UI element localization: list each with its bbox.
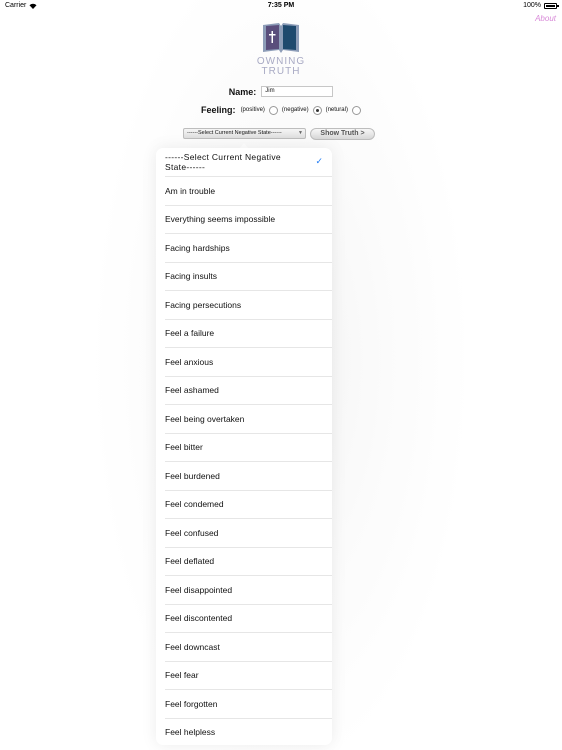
show-truth-button[interactable]: Show Truth > xyxy=(310,128,375,140)
status-time: 7:35 PM xyxy=(267,2,295,9)
status-bar: Carrier 7:35 PM 100% xyxy=(0,0,562,12)
dropdown-item-label: Feel ashamed xyxy=(165,385,219,396)
battery-icon xyxy=(544,2,559,9)
dropdown-item[interactable]: Feel bitter xyxy=(165,434,332,462)
dropdown-item[interactable]: ------Select Current Negative State-----… xyxy=(165,148,332,177)
logo-text: OWNING TRUTH xyxy=(256,56,306,77)
dropdown-item[interactable]: Facing hardships xyxy=(165,234,332,263)
dropdown-item-label: Feel bitter xyxy=(165,442,203,453)
dropdown-item-label: Facing hardships xyxy=(165,242,230,253)
feeling-option-negative-label: (negative) xyxy=(281,107,309,113)
dropdown-item[interactable]: Feel confused xyxy=(165,519,332,548)
dropdown-item-label: Everything seems impossible xyxy=(165,214,276,225)
name-input[interactable]: Jim xyxy=(261,86,334,97)
negative-state-select[interactable]: ------Select Current Negative State-----… xyxy=(183,128,306,139)
name-label: Name: xyxy=(228,86,257,97)
dropdown-item-label: Feel a failure xyxy=(165,328,215,339)
dropdown-item[interactable]: Feel fear xyxy=(165,662,332,690)
dropdown-item[interactable]: Feel downcast xyxy=(165,633,332,662)
dropdown-item-label: Feel anxious xyxy=(165,356,214,367)
dropdown-item[interactable]: Am in trouble xyxy=(165,177,332,206)
dropdown-item[interactable]: Feel burdened xyxy=(165,462,332,491)
dropdown-item-label: Am in trouble xyxy=(165,185,216,196)
feeling-neutral-radio[interactable] xyxy=(351,105,361,115)
dropdown-item[interactable]: Feel forgotten xyxy=(165,690,332,719)
status-right: 100% xyxy=(523,2,559,9)
dropdown-item[interactable]: Feel anxious xyxy=(165,348,332,377)
chevron-down-icon: ▼ xyxy=(298,130,303,136)
dropdown-item-label: Feel confused xyxy=(165,527,219,538)
feeling-negative-radio[interactable] xyxy=(312,105,322,115)
dropdown-item[interactable]: Everything seems impossible xyxy=(165,206,332,234)
dropdown-item-label: Facing insults xyxy=(165,271,217,282)
name-row: Name: Jim xyxy=(0,86,562,97)
dropdown-item-label: Feel condemed xyxy=(165,499,224,510)
dropdown-item[interactable]: Feel discontented xyxy=(165,605,332,633)
negative-state-dropdown: ------Select Current Negative State-----… xyxy=(156,148,332,745)
dropdown-item[interactable]: Feel a failure xyxy=(165,320,332,348)
dropdown-item[interactable]: Feel disappointed xyxy=(165,576,332,605)
dropdown-item[interactable]: Feel ashamed xyxy=(165,377,332,405)
dropdown-item-label: ------Select Current Negative State-----… xyxy=(165,152,281,172)
dropdown-item-label: Feel discontented xyxy=(165,613,233,624)
dropdown-item-label: Feel being overtaken xyxy=(165,413,245,424)
about-link[interactable]: About xyxy=(535,14,556,23)
feeling-option-neutral-label: (netural) xyxy=(325,107,348,113)
feeling-label: Feeling: xyxy=(201,105,236,115)
dropdown-item-label: Feel disappointed xyxy=(165,584,233,595)
book-cross-logo-icon xyxy=(263,23,299,53)
dropdown-item-label: Feel deflated xyxy=(165,556,215,567)
dropdown-item-label: Feel fear xyxy=(165,670,199,681)
dropdown-item-label: Feel burdened xyxy=(165,470,220,481)
dropdown-item[interactable]: Facing insults xyxy=(165,263,332,291)
dropdown-item-label: Feel downcast xyxy=(165,641,220,652)
feeling-option-positive-label: (positive) xyxy=(240,107,265,113)
dropdown-item-label: Facing persecutions xyxy=(165,299,242,310)
dropdown-item[interactable]: Facing persecutions xyxy=(165,291,332,320)
dropdown-item[interactable]: Feel helpless xyxy=(165,719,332,746)
feeling-positive-radio[interactable] xyxy=(268,105,278,115)
battery-percent: 100% xyxy=(523,2,541,9)
dropdown-item[interactable]: Feel being overtaken xyxy=(165,405,332,434)
dropdown-item[interactable]: Feel condemed xyxy=(165,491,332,519)
checkmark-icon: ✓ xyxy=(315,156,323,166)
feeling-row: Feeling: (positive) (negative) (netural) xyxy=(0,105,562,115)
dropdown-item-label: Feel forgotten xyxy=(165,698,218,709)
dropdown-item[interactable]: Feel deflated xyxy=(165,548,332,576)
negative-state-select-value: ------Select Current Negative State-----… xyxy=(187,130,282,136)
dropdown-item-label: Feel helpless xyxy=(165,727,216,738)
